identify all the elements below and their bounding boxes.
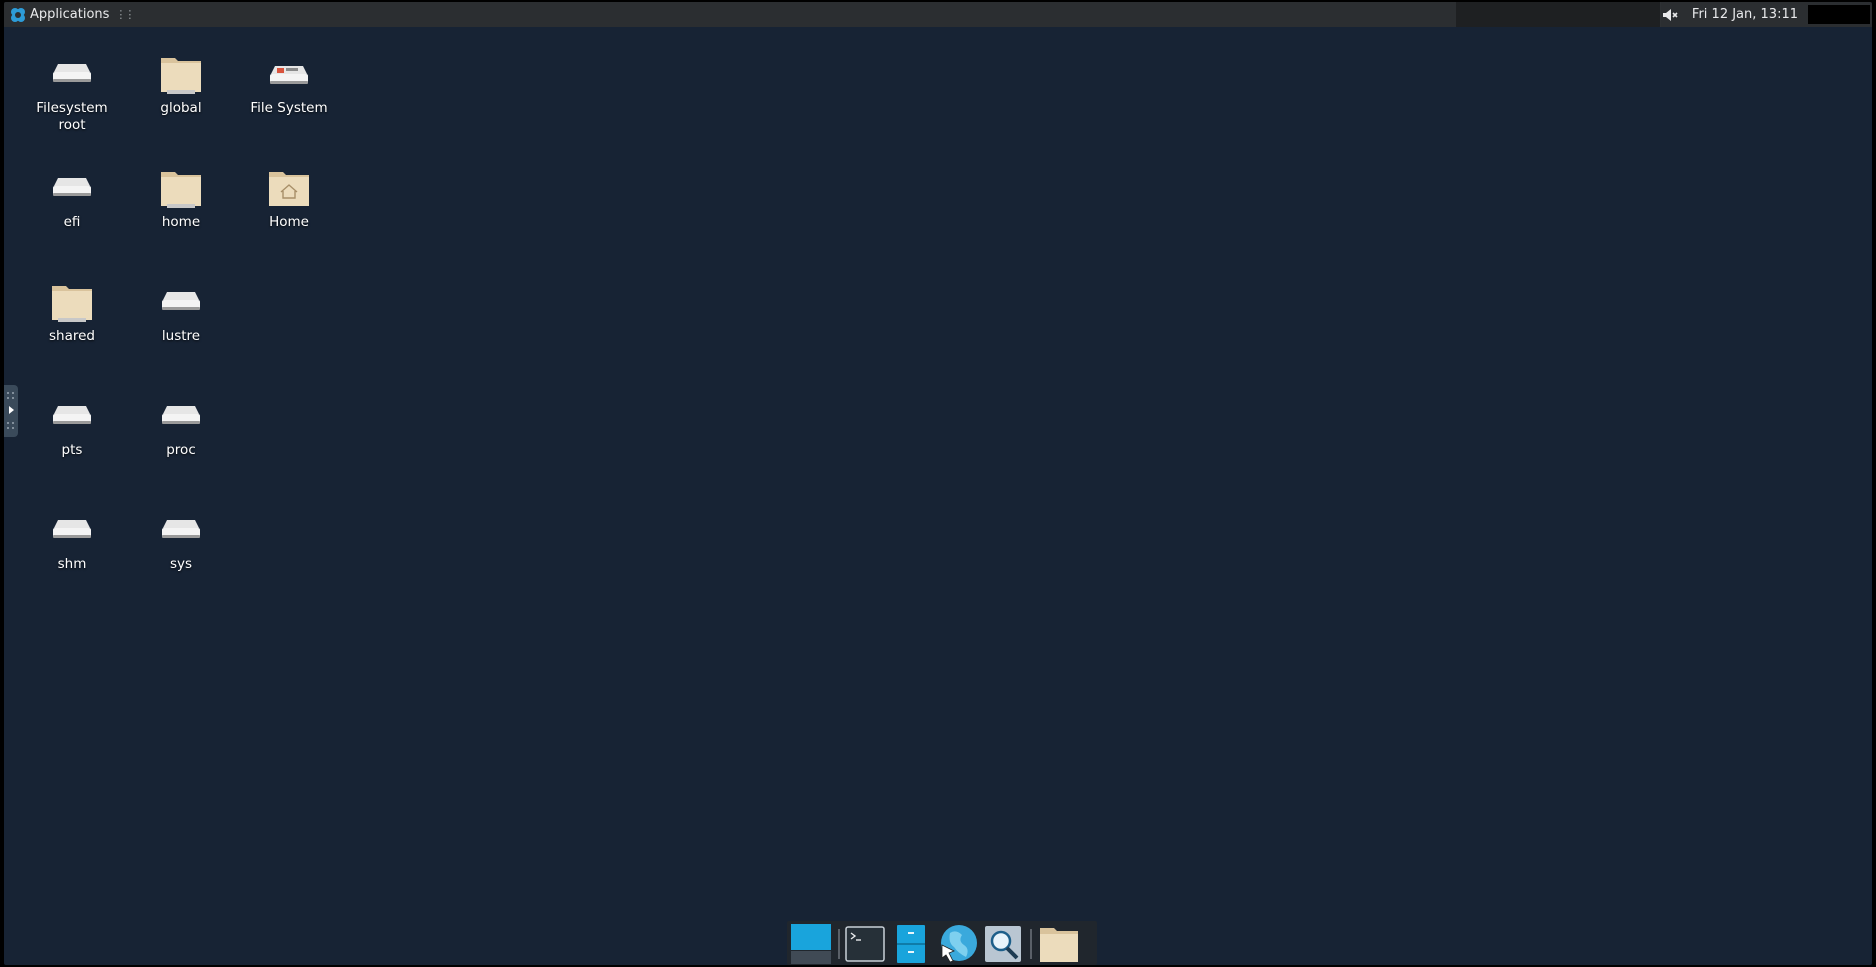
desktop-icon-label: Filesystem root bbox=[36, 100, 108, 133]
desktop-icon-home-drive[interactable]: home bbox=[133, 166, 229, 231]
workspace-4[interactable] bbox=[1608, 2, 1661, 27]
workspace-2[interactable] bbox=[1504, 2, 1557, 27]
panel-clock[interactable]: Fri 12 Jan, 13:11 bbox=[1692, 7, 1798, 22]
volume-muted-icon[interactable] bbox=[1660, 5, 1680, 25]
desktop-icon-file-system[interactable]: File System bbox=[241, 52, 337, 117]
drive-icon bbox=[162, 520, 200, 538]
desktop-icon-filesystem-root[interactable]: Filesystem root bbox=[24, 52, 120, 134]
drive-icon bbox=[53, 406, 91, 424]
drive-icon bbox=[53, 520, 91, 538]
panel-handle-icon: ⋮⋮ bbox=[115, 8, 135, 21]
folder-icon bbox=[161, 58, 201, 94]
drive-icon bbox=[53, 64, 91, 82]
desktop-icon-pts[interactable]: pts bbox=[24, 394, 120, 459]
desktop-icon-lustre[interactable]: lustre bbox=[133, 280, 229, 345]
magnifier-search-icon bbox=[985, 926, 1021, 962]
folder-icon bbox=[161, 172, 201, 208]
dock-separator bbox=[838, 929, 840, 959]
desktop-icon-home-folder[interactable]: Home bbox=[241, 166, 337, 231]
redacted-block bbox=[1808, 5, 1870, 24]
desktop-icon-label: pts bbox=[61, 442, 83, 458]
bottom-dock bbox=[787, 921, 1097, 965]
desktop-icon-efi[interactable]: efi bbox=[24, 166, 120, 231]
system-tray: Fri 12 Jan, 13:11 bbox=[1660, 2, 1872, 27]
workspace-1[interactable] bbox=[1456, 2, 1505, 27]
folder-icon bbox=[1040, 928, 1078, 962]
show-desktop-icon bbox=[791, 924, 831, 964]
web-browser-button[interactable] bbox=[935, 923, 979, 965]
home-folder-icon bbox=[269, 172, 309, 206]
desktop-icon-shm[interactable]: shm bbox=[24, 508, 120, 573]
desktop-icon-proc[interactable]: proc bbox=[133, 394, 229, 459]
show-desktop-button[interactable] bbox=[789, 923, 833, 965]
file-cabinet-icon bbox=[897, 925, 925, 963]
drive-icon bbox=[53, 178, 91, 196]
folder-button[interactable] bbox=[1037, 923, 1081, 965]
dock-separator bbox=[1030, 929, 1032, 959]
expand-arrow-icon bbox=[7, 392, 14, 429]
desktop-icon-label: lustre bbox=[161, 328, 201, 344]
desktop-icon-label: shared bbox=[49, 328, 95, 344]
applications-menu-button[interactable]: Applications ⋮⋮ bbox=[6, 4, 137, 25]
desktop-icon-sys[interactable]: sys bbox=[133, 508, 229, 573]
web-browser-globe-icon bbox=[941, 925, 977, 963]
desktop-icon-label: shm bbox=[57, 556, 87, 572]
app-finder-button[interactable] bbox=[981, 923, 1025, 965]
desktop-icon-label: sys bbox=[169, 556, 193, 572]
xfce-logo-icon bbox=[11, 7, 25, 22]
drive-icon bbox=[162, 406, 200, 424]
desktop-icon-label: home bbox=[161, 214, 201, 230]
drive-icon bbox=[162, 292, 200, 310]
workspace-3[interactable] bbox=[1556, 2, 1609, 27]
side-panel-handle[interactable] bbox=[4, 385, 18, 437]
desktop-icon-label: Home bbox=[269, 214, 309, 230]
desktop-icon-label: efi bbox=[63, 214, 81, 230]
terminal-button[interactable] bbox=[843, 923, 887, 965]
applications-label: Applications bbox=[30, 7, 110, 22]
desktop-icon-shared[interactable]: shared bbox=[24, 280, 120, 345]
folder-icon bbox=[52, 286, 92, 322]
desktop-screen: Applications ⋮⋮ Fri 12 Jan, 13:11 Filesy… bbox=[4, 2, 1872, 965]
desktop-icon-global[interactable]: global bbox=[133, 52, 229, 117]
desktop-icon-label: global bbox=[160, 100, 202, 116]
file-manager-button[interactable] bbox=[889, 923, 933, 965]
desktop-icon-label: File System bbox=[250, 100, 328, 116]
desktop-icon-label: proc bbox=[166, 442, 196, 458]
drive-media-icon bbox=[270, 66, 308, 84]
terminal-icon bbox=[845, 926, 885, 962]
top-panel: Applications ⋮⋮ Fri 12 Jan, 13:11 bbox=[4, 2, 1872, 27]
